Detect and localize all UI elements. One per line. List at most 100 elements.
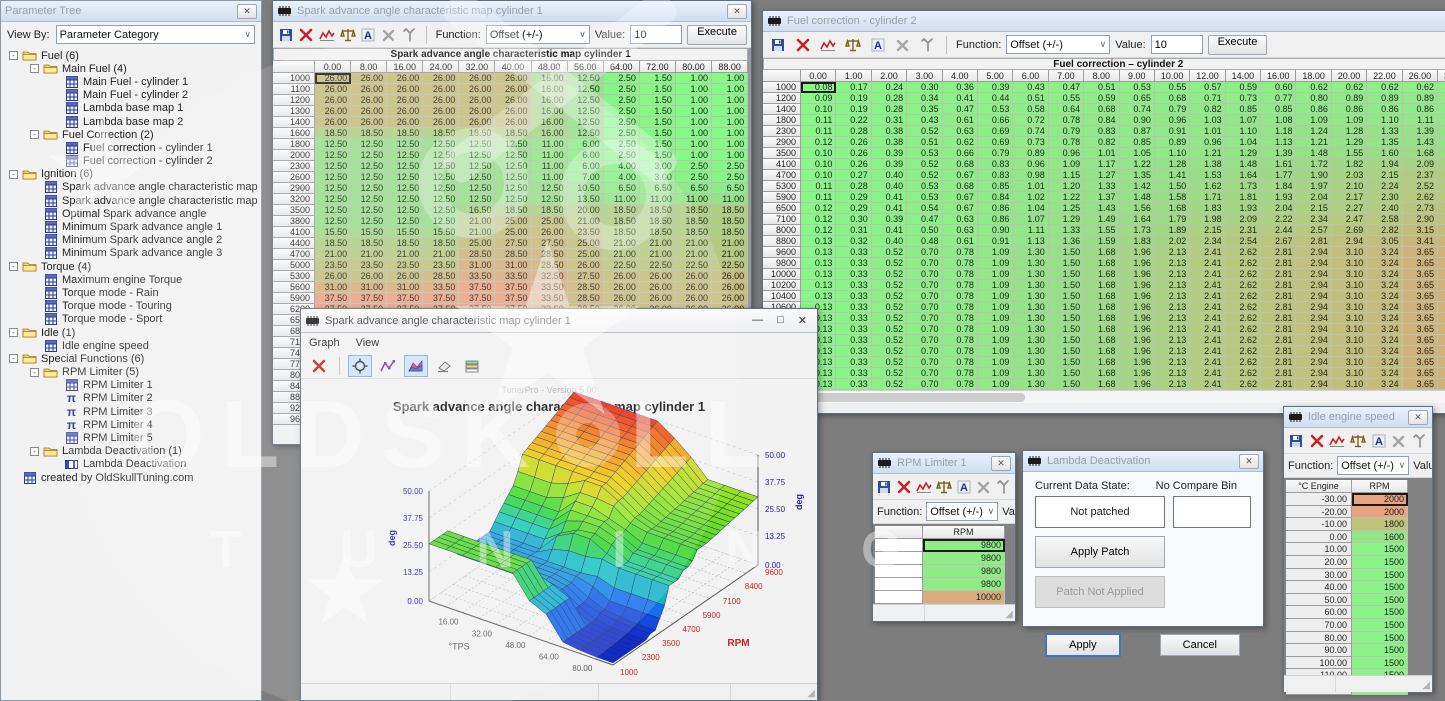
map-cell[interactable]: 0.33 — [836, 335, 871, 346]
map-cell[interactable]: 2.81 — [1261, 379, 1296, 390]
map-cell[interactable]: 1.00 — [712, 106, 748, 117]
map-cell[interactable]: 22.50 — [604, 260, 640, 271]
map-cell[interactable]: 21.00 — [676, 238, 712, 249]
map-cell[interactable]: 0.39 — [872, 148, 907, 159]
map-cell[interactable]: 26.00 — [604, 293, 640, 304]
map-cell[interactable]: 2.94 — [1296, 302, 1331, 313]
map-cell[interactable]: 3.65 — [1438, 324, 1445, 335]
map-cell[interactable]: 0.12 — [801, 137, 836, 148]
map-cell[interactable]: 1.09 — [978, 313, 1013, 324]
col-header[interactable]: 26.00 — [1403, 70, 1438, 82]
map-cell[interactable]: 0.96 — [1190, 137, 1225, 148]
trace-icon[interactable] — [1327, 431, 1347, 451]
map-cell[interactable]: 0.85 — [1261, 104, 1296, 115]
map-cell[interactable]: 21.00 — [387, 249, 423, 260]
row-header[interactable]: 3800 — [273, 216, 315, 227]
delete-icon[interactable] — [307, 355, 331, 377]
tree-item-main-fuel-cylinder-1[interactable]: Main Fuel - cylinder 1 — [1, 75, 261, 88]
map-cell[interactable]: 1.68 — [1084, 258, 1119, 269]
function-combobox[interactable]: Offset (+/-)∨ — [1006, 35, 1110, 54]
map-cell[interactable]: 0.33 — [836, 280, 871, 291]
map-cell[interactable]: 4.00 — [604, 161, 640, 172]
map-cell[interactable]: 0.98 — [1013, 170, 1048, 181]
map-cell[interactable]: 25.00 — [459, 238, 495, 249]
map-cell[interactable]: 0.90 — [978, 225, 1013, 236]
map-cell[interactable]: 3.15 — [1438, 225, 1445, 236]
map-cell[interactable]: 1.00 — [676, 95, 712, 106]
map-cell[interactable]: 1.29 — [1332, 137, 1367, 148]
map-cell[interactable]: 0.52 — [872, 324, 907, 335]
map-cell[interactable]: 0.67 — [943, 170, 978, 181]
map-cell[interactable]: 13.50 — [568, 194, 604, 205]
map-cell[interactable]: 26.00 — [712, 282, 748, 293]
function-combobox[interactable]: Offset (+/-) ∨ — [1337, 456, 1409, 475]
map-cell[interactable]: 1.09 — [978, 258, 1013, 269]
collapse-icon[interactable]: - — [9, 354, 18, 363]
map-cell[interactable]: 0.72 — [1013, 115, 1048, 126]
map-cell[interactable]: 2.41 — [1190, 346, 1225, 357]
map-cell[interactable]: 26.00 — [315, 106, 351, 117]
map-cell[interactable]: 3.24 — [1367, 291, 1402, 302]
map-cell[interactable]: 3.65 — [1438, 335, 1445, 346]
map-cell[interactable]: 0.78 — [943, 313, 978, 324]
map-cell[interactable]: 1.72 — [1296, 159, 1331, 170]
map-cell[interactable]: 2.81 — [1261, 302, 1296, 313]
map-cell[interactable]: 3.10 — [1332, 269, 1367, 280]
map-cell[interactable]: 0.78 — [943, 269, 978, 280]
map-cell[interactable]: 0.33 — [836, 357, 871, 368]
map-cell[interactable]: 1.50 — [1049, 368, 1084, 379]
map-cell[interactable]: 0.69 — [978, 126, 1013, 137]
map-cell[interactable]: 1.00 — [676, 106, 712, 117]
collapse-icon[interactable]: - — [30, 130, 39, 139]
map-cell[interactable]: 12.50 — [459, 161, 495, 172]
map-cell[interactable]: 0.89 — [1332, 93, 1367, 104]
map-cell[interactable]: 2.73 — [1438, 203, 1445, 214]
map-cell[interactable]: 2.13 — [1155, 280, 1190, 291]
map-cell[interactable]: 26.00 — [459, 73, 495, 84]
map-cell[interactable]: 0.70 — [907, 291, 942, 302]
map-cell[interactable]: 12.50 — [495, 150, 531, 161]
col-header[interactable]: 3.00 — [907, 70, 942, 82]
map-cell[interactable]: 1.00 — [676, 128, 712, 139]
map-cell[interactable]: 0.52 — [907, 126, 942, 137]
map-cell[interactable]: 0.47 — [943, 104, 978, 115]
map-cell[interactable]: 2.81 — [1261, 368, 1296, 379]
y-axis-icon[interactable] — [401, 25, 419, 45]
eraser-icon[interactable] — [432, 355, 456, 377]
map-cell[interactable]: 28.50 — [568, 293, 604, 304]
map-cell[interactable]: 3.10 — [1332, 280, 1367, 291]
map-cell[interactable]: 2.34 — [1190, 236, 1225, 247]
map-cell[interactable]: 18.50 — [495, 128, 531, 139]
map-cell[interactable]: 1.68 — [1155, 203, 1190, 214]
map-cell[interactable]: 12.50 — [315, 161, 351, 172]
map-cell[interactable]: 18.50 — [712, 205, 748, 216]
map-cell[interactable]: 2.54 — [1226, 236, 1261, 247]
map-cell[interactable]: 22.50 — [676, 260, 712, 271]
map-cell[interactable]: 0.78 — [943, 258, 978, 269]
map-cell[interactable]: 12.50 — [495, 194, 531, 205]
map-cell[interactable]: 26.00 — [459, 117, 495, 128]
col-header[interactable]: 30.00 — [1438, 70, 1445, 82]
map-cell[interactable]: 26.00 — [315, 117, 351, 128]
fuel-map-table[interactable]: Fuel correction – cylinder 20.001.002.00… — [763, 58, 1445, 390]
row-header[interactable]: 1600 — [273, 128, 315, 139]
map-cell[interactable]: 1.50 — [640, 84, 676, 95]
map-cell[interactable]: 3.24 — [1367, 346, 1402, 357]
map-cell[interactable]: 0.63 — [943, 126, 978, 137]
map-cell[interactable]: 0.10 — [801, 148, 836, 159]
map-cell[interactable]: 1.00 — [712, 139, 748, 150]
map-cell[interactable]: 1.83 — [1120, 236, 1155, 247]
map-cell[interactable]: 1.30 — [1013, 269, 1048, 280]
map-cell[interactable]: 1.50 — [640, 128, 676, 139]
map-cell[interactable]: 11.00 — [532, 161, 568, 172]
map-cell[interactable]: 1.68 — [1084, 379, 1119, 390]
map-cell[interactable]: 2.67 — [1261, 236, 1296, 247]
row-header[interactable]: 7100 — [763, 214, 801, 225]
tree-item-created-by-oldskulltuning-com[interactable]: created by OldSkullTuning.com — [1, 471, 261, 484]
map-cell[interactable]: 11.00 — [532, 150, 568, 161]
map-cell[interactable]: 3.65 — [1403, 357, 1438, 368]
map-cell[interactable]: 0.36 — [943, 82, 978, 93]
map-cell[interactable]: 2.10 — [1332, 181, 1367, 192]
map-cell[interactable]: 2.81 — [1261, 291, 1296, 302]
map-cell[interactable]: 1.38 — [1190, 159, 1225, 170]
